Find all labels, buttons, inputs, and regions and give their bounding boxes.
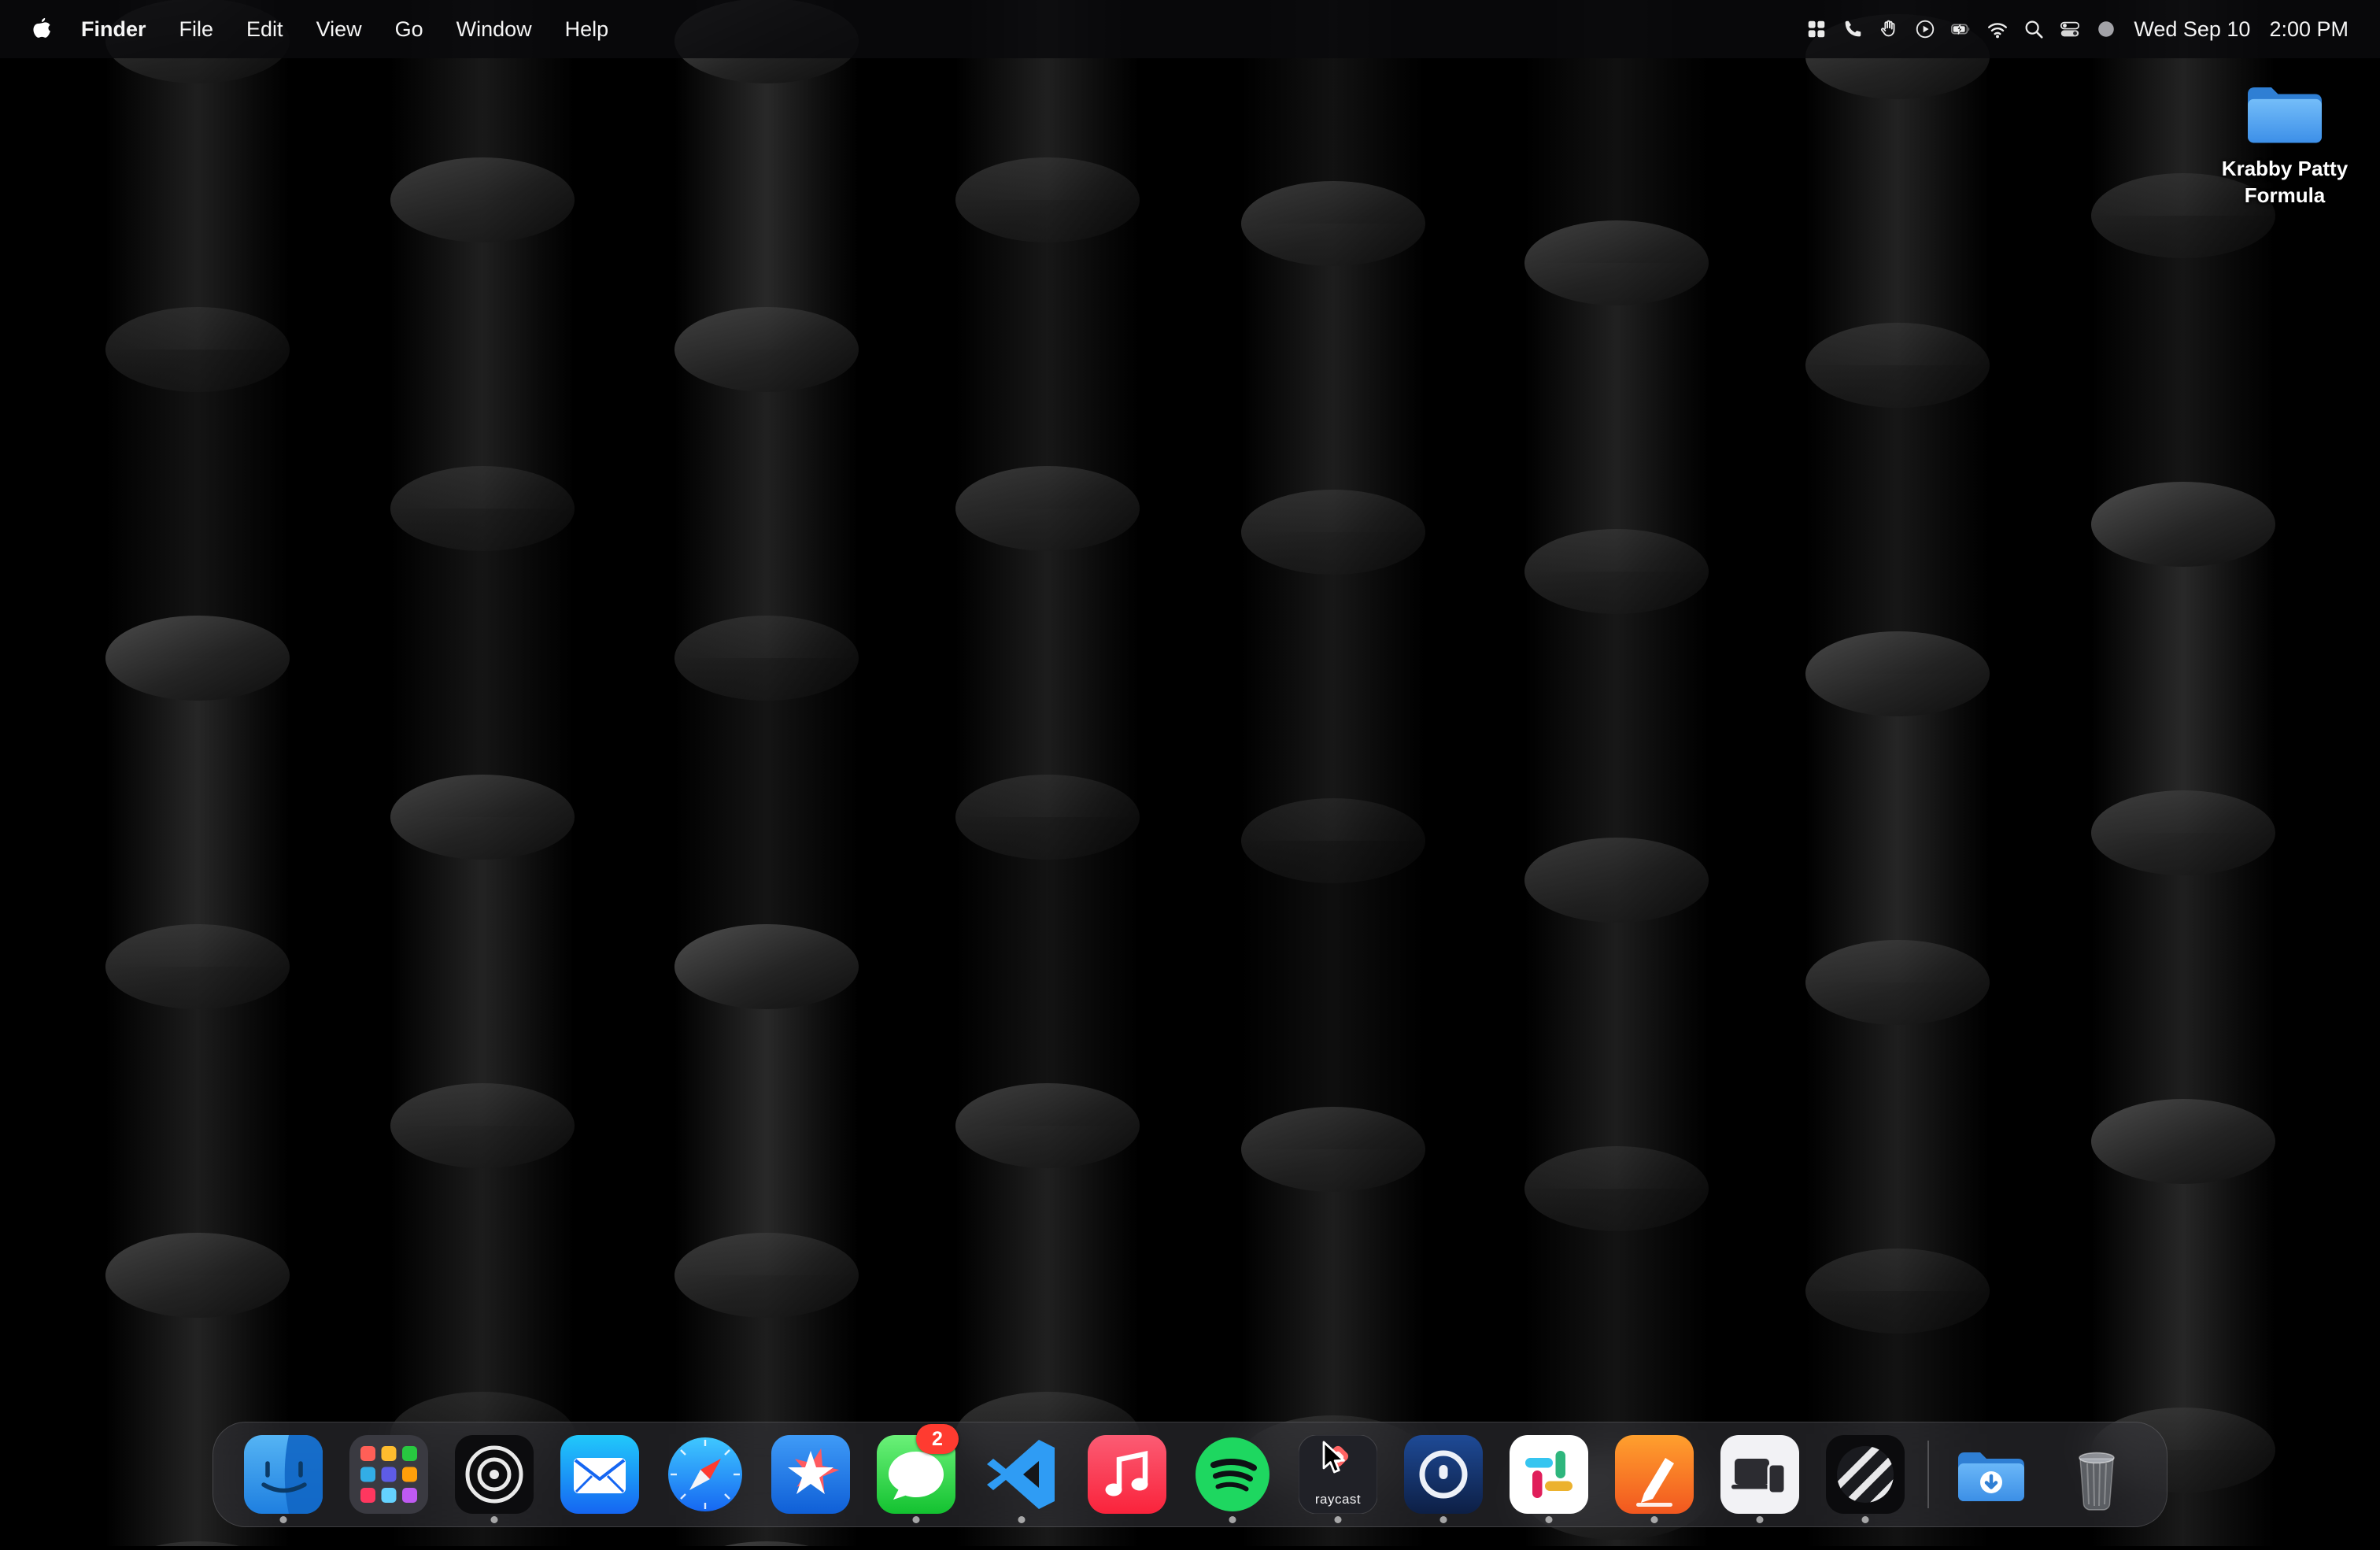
- spotify-icon: [1193, 1435, 1272, 1514]
- mouse-cursor: [1322, 1441, 1352, 1475]
- menu-bar-status: Wed Sep 10 2:00 PM: [1798, 0, 2380, 58]
- running-indicator: [1018, 1516, 1026, 1523]
- dock-item-music[interactable]: [1088, 1422, 1166, 1526]
- menu-bar-left: Finder File Edit View Go Window Help: [0, 0, 625, 58]
- menu-item-window[interactable]: Window: [440, 0, 549, 58]
- dock-item-slack[interactable]: [1510, 1422, 1588, 1526]
- dock-separator: [1927, 1441, 1929, 1508]
- apple-icon: [29, 17, 54, 42]
- menu-bar-clock[interactable]: 2:00 PM: [2260, 17, 2358, 42]
- battery-icon[interactable]: [1943, 0, 1979, 58]
- pages-icon: [1615, 1435, 1694, 1514]
- dock-item-messages[interactable]: 2: [877, 1422, 955, 1526]
- running-indicator: [1229, 1516, 1236, 1523]
- menu-bar-date[interactable]: Wed Sep 10: [2124, 17, 2260, 42]
- concentric-circles-app-icon: [455, 1435, 534, 1514]
- menu-item-view[interactable]: View: [300, 0, 379, 58]
- running-indicator: [913, 1516, 920, 1523]
- menu-item-file[interactable]: File: [163, 0, 231, 58]
- striped-sphere-app-icon: [1826, 1435, 1905, 1514]
- menu-bar: Finder File Edit View Go Window Help: [0, 0, 2380, 58]
- dock-item-devices-app[interactable]: [1720, 1422, 1799, 1526]
- dock-item-vscode[interactable]: [982, 1422, 1061, 1526]
- running-indicator: [1651, 1516, 1658, 1523]
- desktop-wallpaper: [0, 0, 2380, 1546]
- vscode-icon: [982, 1435, 1061, 1514]
- running-indicator: [1862, 1516, 1869, 1523]
- launchpad-icon: [349, 1435, 428, 1514]
- folder-label: Krabby Patty Formula: [2214, 156, 2356, 209]
- dock: 2: [213, 1422, 2168, 1527]
- menu-item-help[interactable]: Help: [549, 0, 626, 58]
- phone-menu-icon[interactable]: [1835, 0, 1871, 58]
- dock-item-blue-star-app[interactable]: [771, 1422, 850, 1526]
- dock-item-safari[interactable]: [666, 1422, 745, 1526]
- messages-unread-badge: 2: [916, 1424, 959, 1454]
- dock-item-1password[interactable]: [1404, 1422, 1483, 1526]
- dock-item-mail[interactable]: [560, 1422, 639, 1526]
- finder-icon: [244, 1435, 323, 1514]
- running-indicator: [1440, 1516, 1447, 1523]
- running-indicator: [1546, 1516, 1553, 1523]
- mail-icon: [560, 1435, 639, 1514]
- hand-menu-icon[interactable]: [1871, 0, 1907, 58]
- wifi-icon[interactable]: [1979, 0, 2016, 58]
- control-center-icon[interactable]: [2052, 0, 2088, 58]
- desktop-folder-krabby-patty-formula[interactable]: Krabby Patty Formula: [2214, 76, 2356, 209]
- downloads-folder-icon: [1952, 1435, 2031, 1514]
- folder-icon: [2241, 76, 2329, 150]
- devices-app-icon: [1720, 1435, 1799, 1514]
- menu-item-go[interactable]: Go: [379, 0, 440, 58]
- dock-item-finder[interactable]: [244, 1422, 323, 1526]
- slack-icon: [1510, 1435, 1588, 1514]
- dock-item-pages[interactable]: [1615, 1422, 1694, 1526]
- wallpaper-cylinders-art: [0, 0, 2380, 1546]
- dock-item-spotify[interactable]: [1193, 1422, 1272, 1526]
- dock-item-launchpad[interactable]: [349, 1422, 428, 1526]
- dock-item-striped-sphere-app[interactable]: [1826, 1422, 1905, 1526]
- raycast-label: raycast: [1315, 1492, 1361, 1507]
- dock-item-concentric-circles-app[interactable]: [455, 1422, 534, 1526]
- running-indicator: [280, 1516, 287, 1523]
- safari-icon: [666, 1435, 745, 1514]
- grid-app-menu-icon[interactable]: [1798, 0, 1835, 58]
- running-indicator: [491, 1516, 498, 1523]
- 1password-icon: [1404, 1435, 1483, 1514]
- dock-item-trash[interactable]: [2057, 1422, 2136, 1526]
- trash-icon: [2057, 1435, 2136, 1514]
- play-circle-menu-icon[interactable]: [1907, 0, 1943, 58]
- gray-circle-app-icon[interactable]: [2088, 0, 2124, 58]
- blue-star-app-icon: [771, 1435, 850, 1514]
- music-icon: [1088, 1435, 1166, 1514]
- apple-menu[interactable]: [24, 0, 60, 58]
- dock-item-downloads-folder[interactable]: [1952, 1422, 2031, 1526]
- menu-item-edit[interactable]: Edit: [230, 0, 300, 58]
- running-indicator: [1335, 1516, 1342, 1523]
- spotlight-search-icon[interactable]: [2016, 0, 2052, 58]
- running-indicator: [1757, 1516, 1764, 1523]
- menu-item-finder[interactable]: Finder: [65, 0, 163, 58]
